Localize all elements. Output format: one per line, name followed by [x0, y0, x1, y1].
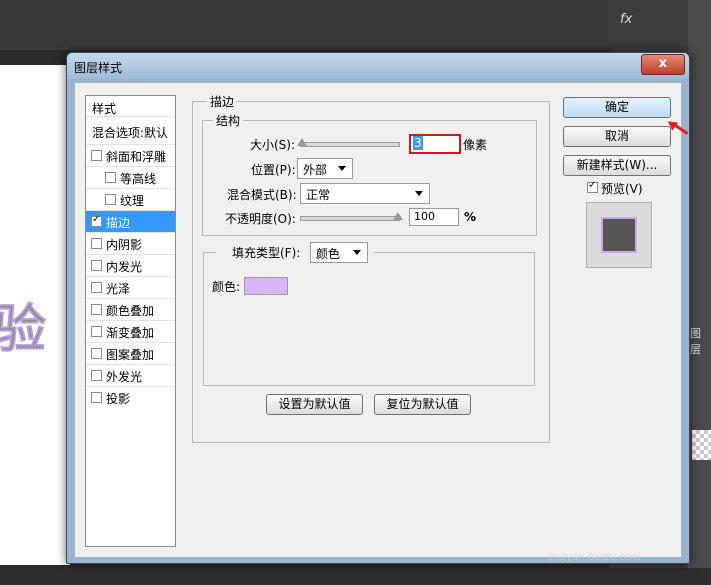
- structure-group: 结构 大小(S): 3 像素 位置(P): 外部 混合模式(B): 正常 不透明…: [202, 112, 537, 236]
- baidu-watermark-url: jingyan.baidu.com: [548, 552, 641, 563]
- workspace-top: [0, 0, 711, 50]
- gradient-overlay-checkbox[interactable]: [91, 326, 102, 337]
- dialog-title: 图层样式: [74, 61, 123, 75]
- size-input[interactable]: 3: [409, 134, 461, 154]
- stroke-group-label: 描边: [207, 93, 238, 110]
- style-item-label: 斜面和浮雕: [106, 150, 167, 164]
- drop-shadow-checkbox[interactable]: [91, 392, 102, 403]
- position-label: 位置(P):: [251, 163, 296, 177]
- inner-shadow-checkbox[interactable]: [91, 238, 102, 249]
- chevron-down-icon: [415, 191, 423, 196]
- style-item-texture[interactable]: 纹理: [86, 188, 175, 210]
- make-default-button[interactable]: 设置为默认值: [266, 394, 363, 415]
- chevron-down-icon: [353, 250, 361, 255]
- style-item-outer-glow[interactable]: 外发光: [86, 364, 175, 386]
- style-item-bevel[interactable]: 斜面和浮雕: [86, 144, 175, 166]
- style-item-label: 渐变叠加: [106, 326, 155, 340]
- preview-checkbox[interactable]: [587, 180, 598, 193]
- workspace-bottom: [0, 568, 711, 585]
- styles-header[interactable]: 样式: [92, 100, 116, 117]
- styles-divider: [86, 116, 175, 117]
- style-item-label: 内阴影: [106, 238, 143, 252]
- fill-group: 填充类型(F): 颜色 颜色:: [203, 242, 535, 386]
- color-overlay-checkbox[interactable]: [91, 304, 102, 315]
- style-item-label: 内发光: [106, 260, 143, 274]
- satin-checkbox[interactable]: [91, 282, 102, 293]
- style-item-contour[interactable]: 等高线: [86, 166, 175, 188]
- dialog-titlebar[interactable]: 图层样式 x: [67, 53, 689, 79]
- position-value: 外部: [303, 163, 328, 177]
- opacity-unit: %: [464, 210, 477, 224]
- layer-thumbnail: [692, 430, 711, 460]
- style-item-label: 图案叠加: [106, 348, 155, 362]
- size-label: 大小(S):: [250, 138, 296, 152]
- ok-button[interactable]: 确定: [563, 97, 671, 118]
- opacity-slider[interactable]: [300, 216, 400, 221]
- opacity-value: 100: [414, 210, 435, 223]
- blend-mode-label: 混合模式(B):: [227, 188, 297, 202]
- style-item-label: 颜色叠加: [106, 304, 155, 318]
- structure-label: 结构: [213, 112, 244, 129]
- style-item-satin[interactable]: 光泽: [86, 276, 175, 298]
- style-item-label: 纹理: [120, 194, 145, 208]
- fx-icon[interactable]: fx: [620, 12, 632, 27]
- style-item-label: 光泽: [106, 282, 131, 296]
- pattern-overlay-checkbox[interactable]: [91, 348, 102, 359]
- fill-type-row: 填充类型(F): 颜色: [216, 242, 374, 263]
- style-item-inner-shadow[interactable]: 内阴影: [86, 232, 175, 254]
- texture-checkbox[interactable]: [105, 194, 116, 205]
- style-item-inner-glow[interactable]: 内发光: [86, 254, 175, 276]
- size-value: 3: [413, 136, 423, 150]
- outer-glow-checkbox[interactable]: [91, 370, 102, 381]
- opacity-input[interactable]: 100: [409, 208, 459, 226]
- blend-mode-value: 正常: [306, 188, 331, 202]
- size-slider-thumb[interactable]: [296, 138, 307, 146]
- cancel-button[interactable]: 取消: [563, 126, 671, 147]
- fill-type-label: 填充类型(F):: [232, 246, 301, 260]
- inner-glow-checkbox[interactable]: [91, 260, 102, 271]
- style-item-drop-shadow[interactable]: 投影: [86, 386, 175, 408]
- new-style-button[interactable]: 新建样式(W)...: [563, 155, 671, 176]
- stroke-group: 描边 结构 大小(S): 3 像素 位置(P): 外部 混合模式(B): 正常 …: [192, 93, 550, 443]
- baidu-watermark: Bai du 经验: [548, 511, 658, 535]
- chevron-down-icon: [338, 166, 346, 171]
- style-item-pattern-overlay[interactable]: 图案叠加: [86, 342, 175, 364]
- size-slider[interactable]: [300, 142, 400, 147]
- layers-tab[interactable]: 图层: [690, 325, 711, 357]
- style-preview: [586, 202, 652, 268]
- annotation-arrow-shaft: [671, 122, 689, 135]
- color-label: 颜色:: [212, 280, 241, 294]
- style-item-label: 外发光: [106, 370, 143, 384]
- contour-checkbox[interactable]: [105, 172, 116, 183]
- reset-default-button[interactable]: 复位为默认值: [374, 394, 471, 415]
- style-item-stroke[interactable]: 描边: [86, 210, 175, 232]
- position-select[interactable]: 外部: [297, 158, 353, 179]
- opacity-label: 不透明度(O):: [225, 212, 296, 226]
- style-item-gradient-overlay[interactable]: 渐变叠加: [86, 320, 175, 342]
- style-item-label: 等高线: [120, 172, 157, 186]
- styles-list: 样式 混合选项:默认 斜面和浮雕 等高线 纹理 描边 内阴影: [85, 95, 176, 547]
- close-button[interactable]: x: [641, 54, 685, 75]
- preview-swatch: [601, 217, 637, 253]
- blend-options-item[interactable]: 混合选项:默认: [92, 124, 175, 141]
- dialog-client: 样式 混合选项:默认 斜面和浮雕 等高线 纹理 描边 内阴影: [75, 83, 689, 557]
- style-item-label: 投影: [106, 392, 131, 406]
- style-item-label: 描边: [106, 216, 131, 230]
- fill-type-value: 颜色: [316, 247, 341, 261]
- canvas-text: 验: [0, 299, 47, 361]
- blend-mode-select[interactable]: 正常: [300, 183, 430, 204]
- opacity-slider-thumb[interactable]: [393, 212, 403, 220]
- stroke-checkbox[interactable]: [91, 214, 102, 227]
- color-swatch[interactable]: [244, 277, 288, 295]
- style-item-color-overlay[interactable]: 颜色叠加: [86, 298, 175, 320]
- bevel-checkbox[interactable]: [91, 150, 102, 161]
- size-unit: 像素: [463, 138, 488, 152]
- preview-label: 预览(V): [601, 182, 643, 196]
- workspace-right-strip: [688, 0, 711, 585]
- document-canvas: 验: [0, 65, 70, 565]
- fill-type-select[interactable]: 颜色: [310, 242, 368, 263]
- layer-style-dialog: 图层样式 x 样式 混合选项:默认 斜面和浮雕 等高线 纹理 描边: [66, 52, 690, 564]
